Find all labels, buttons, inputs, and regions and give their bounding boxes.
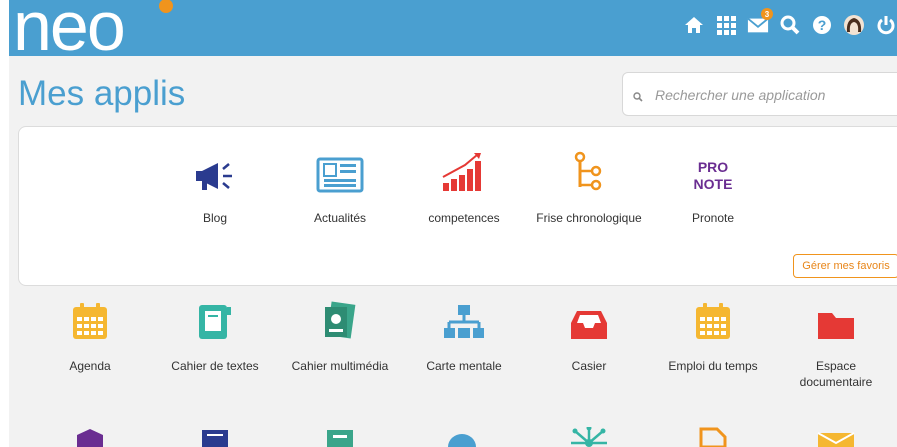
app-label: Blog bbox=[202, 211, 228, 225]
app-cahier-de-textes[interactable]: Cahier de textes bbox=[155, 298, 275, 374]
app-label: Pronote bbox=[691, 211, 735, 225]
app-partial-7[interactable] bbox=[776, 427, 896, 447]
search-icon[interactable] bbox=[779, 14, 801, 36]
search-input[interactable] bbox=[653, 83, 897, 107]
timeline-icon bbox=[572, 151, 606, 198]
app-label: Agenda bbox=[69, 359, 111, 373]
inbox-tray-icon bbox=[569, 309, 609, 346]
avatar[interactable] bbox=[843, 14, 865, 36]
app-label: Cahier de textes bbox=[171, 359, 259, 373]
app-partial-3[interactable] bbox=[280, 427, 400, 447]
app-label: Actualités bbox=[313, 211, 367, 225]
mail-icon[interactable]: 3 bbox=[747, 8, 773, 36]
app-label: Emploi du temps bbox=[668, 359, 758, 373]
app-label: Espace documentaire bbox=[799, 359, 873, 389]
svg-text:neo: neo bbox=[13, 0, 124, 58]
app-cahier-multimedia[interactable]: Cahier multimédia bbox=[280, 298, 400, 374]
app-partial-2[interactable] bbox=[155, 427, 275, 447]
app-partial-4[interactable] bbox=[404, 427, 524, 447]
calendar-icon bbox=[694, 301, 732, 346]
help-icon[interactable]: ? bbox=[811, 14, 833, 36]
app-partial-6[interactable] bbox=[653, 427, 773, 447]
svg-text:?: ? bbox=[818, 17, 827, 33]
app-espace-documentaire[interactable]: Espace documentaire bbox=[776, 298, 896, 390]
app-carte-mentale[interactable]: Carte mentale bbox=[404, 298, 524, 374]
app-emploi-du-temps[interactable]: Emploi du temps bbox=[653, 298, 773, 374]
calendar-icon bbox=[71, 301, 109, 346]
apps-grid-icon[interactable] bbox=[715, 14, 737, 36]
pronote-logo: PRO NOTE bbox=[693, 157, 733, 198]
app-blog[interactable]: Blog bbox=[155, 150, 275, 226]
newspaper-icon bbox=[316, 157, 364, 198]
app-agenda[interactable]: Agenda bbox=[30, 298, 150, 374]
page-title: Mes applis bbox=[18, 74, 186, 113]
home-icon[interactable] bbox=[683, 14, 705, 36]
app-frise-chronologique[interactable]: Frise chronologique bbox=[529, 150, 649, 226]
app-casier[interactable]: Casier bbox=[529, 298, 649, 374]
svg-text:PRO: PRO bbox=[698, 159, 728, 175]
app-search-box[interactable] bbox=[622, 72, 897, 116]
mind-map-icon bbox=[443, 303, 485, 346]
app-label: competences bbox=[428, 211, 500, 225]
manage-favorites-button[interactable]: Gérer mes favoris bbox=[793, 254, 897, 278]
multimedia-notebook-icon bbox=[323, 301, 357, 346]
unread-badge: 3 bbox=[761, 8, 773, 20]
svg-text:NOTE: NOTE bbox=[694, 176, 733, 192]
notebook-icon bbox=[197, 301, 233, 346]
app-label: Casier bbox=[571, 359, 607, 373]
folder-icon bbox=[816, 309, 856, 346]
app-pronote[interactable]: PRO NOTE Pronote bbox=[653, 150, 773, 226]
app-label: Carte mentale bbox=[426, 359, 502, 373]
power-icon[interactable] bbox=[875, 14, 897, 36]
neo-logo[interactable]: neo bbox=[13, 0, 183, 65]
app-competences[interactable]: competences bbox=[404, 150, 524, 226]
app-label: Cahier multimédia bbox=[291, 359, 389, 373]
bar-chart-icon bbox=[441, 151, 487, 198]
top-navigation-bar: neo 3 ? bbox=[9, 0, 897, 65]
app-partial-1[interactable] bbox=[30, 427, 150, 447]
search-icon bbox=[633, 89, 643, 107]
frame-edge bbox=[0, 0, 9, 447]
app-actualites[interactable]: Actualités bbox=[280, 150, 400, 226]
app-partial-5[interactable] bbox=[529, 427, 649, 447]
megaphone-icon bbox=[192, 159, 238, 198]
app-label: Frise chronologique bbox=[536, 211, 642, 225]
